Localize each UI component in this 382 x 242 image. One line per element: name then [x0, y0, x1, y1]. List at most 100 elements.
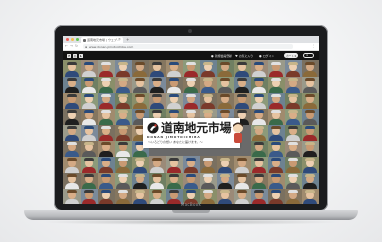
- farmer-portrait: [267, 108, 286, 125]
- farmer-portrait: [182, 92, 201, 109]
- farmer-portrait: [165, 76, 183, 93]
- farmer-portrait: [114, 60, 132, 77]
- logo-title: 道南地元市場: [161, 121, 232, 135]
- farmer-portrait: [182, 172, 201, 189]
- forward-icon[interactable]: →: [70, 44, 73, 48]
- lock-icon: ▪: [85, 44, 88, 49]
- farmer-portrait: [165, 156, 183, 173]
- farmer-portrait: [97, 156, 115, 173]
- tab-strip: 道南地元市場 | ウェブ... × +: [63, 36, 319, 43]
- farmer-portrait: [267, 76, 286, 93]
- farmer-portrait: [148, 156, 166, 173]
- url-input[interactable]: ▪ www.donan-jimotoichiba.com: [83, 44, 293, 49]
- farmer-portrait: [267, 92, 286, 109]
- farmer-portrait: [301, 76, 319, 93]
- farmer-portrait: [165, 92, 183, 109]
- farmer-portrait: [250, 124, 269, 141]
- farmer-portrait: [267, 60, 286, 77]
- site-header: f ◎ L ● 新規会員登録 ♥ お気に入り ● ログイン カート 0 ≡: [63, 51, 319, 60]
- close-window-icon[interactable]: [66, 38, 69, 41]
- hero-collage: 道南地元市場 DONAN JIMOTOICHIBA 〜いろどりの想い あなたに届…: [63, 60, 319, 204]
- farmer-portrait: [233, 92, 252, 109]
- new-tab-button[interactable]: +: [126, 37, 129, 42]
- farmer-portrait: [233, 60, 252, 77]
- farmer-portrait: [182, 156, 201, 173]
- menu-button[interactable]: ≡: [303, 53, 314, 58]
- login-icon: ●: [259, 53, 262, 58]
- mascot-icon: [233, 122, 243, 143]
- logo-tagline: 〜いろどりの想い あなたに届けます。〜: [148, 140, 203, 144]
- address-bar: ← → ↻ ▪ www.donan-jimotoichiba.com ⋮: [63, 43, 319, 51]
- farmer-portrait: [284, 156, 303, 173]
- heart-icon: ♥: [235, 53, 238, 58]
- farmer-portrait: [114, 140, 132, 157]
- farmer-portrait: [284, 172, 303, 189]
- farmer-portrait: [114, 76, 132, 93]
- farmer-portrait: [284, 140, 303, 157]
- farmer-portrait: [250, 92, 269, 109]
- instagram-icon[interactable]: ◎: [73, 53, 77, 58]
- farmer-portrait: [80, 92, 98, 109]
- farmer-portrait: [131, 156, 149, 173]
- maximize-window-icon[interactable]: [76, 38, 79, 41]
- browser-menu-icon[interactable]: ⋮: [312, 44, 316, 48]
- nav-register-link[interactable]: 新規会員登録: [215, 54, 232, 58]
- farmer-portrait: [250, 156, 269, 173]
- farmer-portrait: [97, 124, 115, 141]
- minimize-window-icon[interactable]: [71, 38, 74, 41]
- back-icon[interactable]: ←: [65, 44, 68, 48]
- farmer-portrait: [233, 156, 252, 173]
- farmer-portrait: [199, 92, 218, 109]
- farmer-portrait: [301, 172, 319, 189]
- url-text: www.donan-jimotoichiba.com: [89, 44, 134, 49]
- tab-close-icon[interactable]: ×: [118, 37, 121, 41]
- farmer-portrait: [131, 60, 149, 77]
- nav-login-link[interactable]: ログイン: [263, 54, 274, 58]
- farmer-portrait: [233, 76, 252, 93]
- farmer-portrait: [80, 140, 98, 157]
- farmer-portrait: [165, 172, 183, 189]
- farmer-portrait: [182, 60, 201, 77]
- farmer-portrait: [97, 92, 115, 109]
- logo-mark-icon: [147, 122, 159, 134]
- farmer-portrait: [301, 156, 319, 173]
- farmer-portrait: [250, 60, 269, 77]
- farmer-portrait: [97, 140, 115, 157]
- farmer-portrait: [114, 172, 132, 189]
- cart-label: カート 0: [286, 54, 297, 58]
- facebook-icon[interactable]: f: [67, 53, 71, 58]
- farmer-portrait: [284, 92, 303, 109]
- farmer-portrait: [80, 60, 98, 77]
- farmer-portrait: [267, 140, 286, 157]
- farmer-portrait: [267, 172, 286, 189]
- farmer-portrait: [97, 108, 115, 125]
- farmer-portrait: [216, 76, 235, 93]
- farmer-portrait: [63, 156, 81, 173]
- farmer-portrait: [216, 172, 235, 189]
- farmer-portrait: [250, 140, 269, 157]
- farmer-portrait: [63, 76, 81, 93]
- reload-icon[interactable]: ↻: [75, 44, 78, 48]
- farmer-portrait: [97, 76, 115, 93]
- farmer-portrait: [97, 60, 115, 77]
- line-icon[interactable]: L: [79, 53, 83, 58]
- farmer-portrait: [114, 92, 132, 109]
- farmer-portrait: [233, 172, 252, 189]
- farmer-portrait: [267, 156, 286, 173]
- farmer-portrait: [301, 60, 319, 77]
- farmer-portrait: [267, 124, 286, 141]
- laptop-brand-label: MacBook: [180, 202, 202, 207]
- farmer-portrait: [80, 76, 98, 93]
- laptop-shadow: [40, 219, 342, 225]
- farmer-portrait: [301, 92, 319, 109]
- farmer-portrait: [148, 60, 166, 77]
- farmer-portrait: [301, 140, 319, 157]
- farmer-portrait: [80, 172, 98, 189]
- farmer-portrait: [148, 92, 166, 109]
- nav-favorites-link[interactable]: お気に入り: [239, 54, 253, 58]
- farmer-portrait: [63, 172, 81, 189]
- user-icon: ●: [211, 53, 214, 58]
- farmer-portrait: [216, 60, 235, 77]
- logo-card: 道南地元市場 DONAN JIMOTOICHIBA 〜いろどりの想い あなたに届…: [143, 118, 240, 148]
- cart-button[interactable]: カート 0: [284, 53, 298, 58]
